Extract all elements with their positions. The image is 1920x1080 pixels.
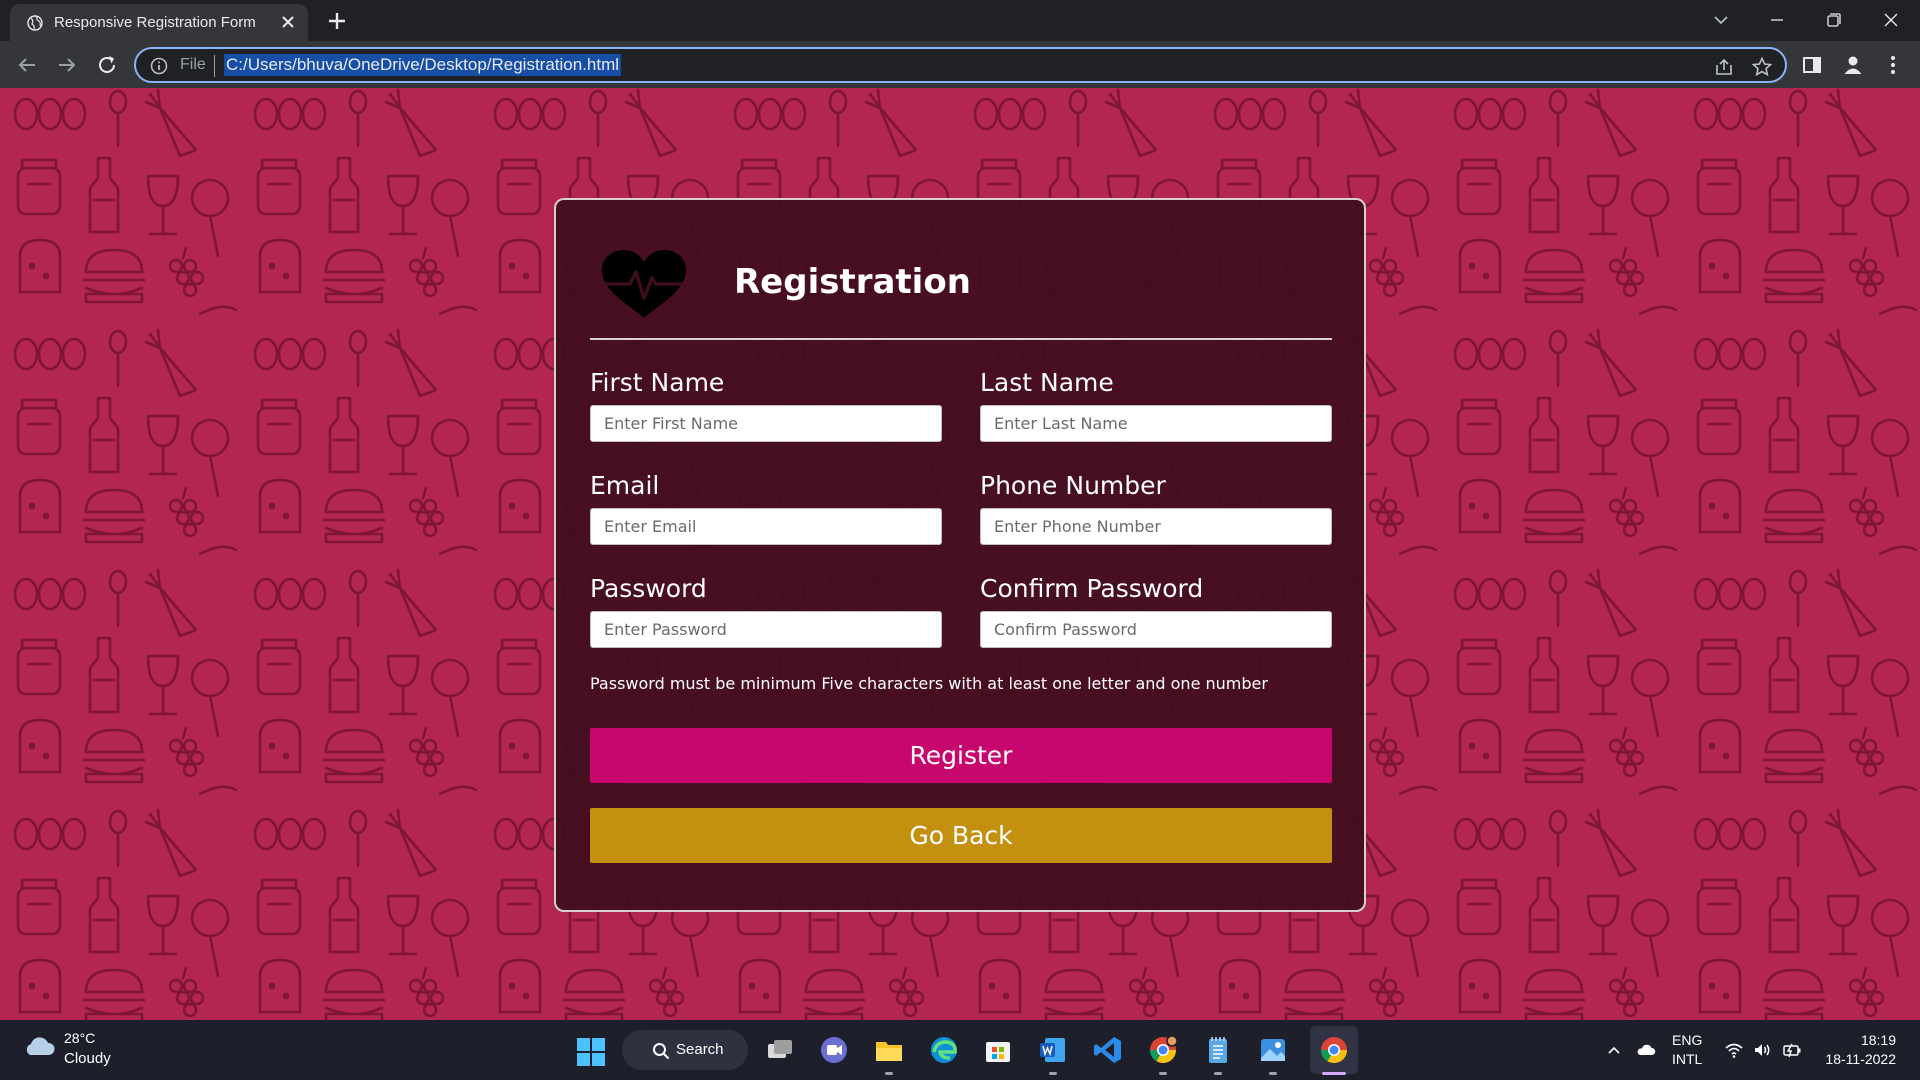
forward-arrow-icon[interactable]	[55, 53, 79, 77]
photos-running-indicator	[1269, 1072, 1277, 1075]
password-hint: Password must be minimum Five characters…	[590, 674, 1268, 693]
weather-condition: Cloudy	[64, 1050, 111, 1067]
chrome-profile-icon[interactable]	[1147, 1034, 1179, 1066]
password-group: Password	[590, 571, 942, 648]
battery-charging-icon[interactable]	[1782, 1040, 1802, 1060]
first-name-label: First Name	[590, 368, 725, 397]
page-viewport: Registration First Name Last Name Email …	[0, 88, 1920, 1020]
chrome-profile-running-indicator	[1159, 1072, 1167, 1075]
go-back-button[interactable]: Go Back	[590, 808, 1332, 863]
form-title: Registration	[734, 262, 971, 302]
url-scheme-label: File	[180, 56, 206, 73]
wifi-icon[interactable]	[1724, 1040, 1744, 1060]
notepad-icon[interactable]	[1202, 1034, 1234, 1066]
tab-title: Responsive Registration Form	[54, 14, 256, 31]
phone-number-label: Phone Number	[980, 471, 1166, 500]
register-button[interactable]: Register	[590, 728, 1332, 783]
tab-strip: Responsive Registration Form	[0, 0, 1920, 41]
address-bar[interactable]: File C:/Users/bhuva/OneDrive/Desktop/Reg…	[134, 47, 1787, 83]
side-panel-icon[interactable]	[1800, 53, 1824, 77]
windows-start-icon[interactable]	[576, 1037, 606, 1067]
phone-group: Phone Number	[980, 468, 1332, 545]
last-name-label: Last Name	[980, 368, 1114, 397]
share-icon[interactable]	[1713, 56, 1735, 78]
clock[interactable]: 18:19 18-11-2022	[1825, 1031, 1896, 1069]
restore-icon[interactable]	[1820, 8, 1846, 32]
email-group: Email	[590, 468, 942, 545]
password-input[interactable]	[590, 611, 942, 648]
confirm-password-group: Confirm Password	[980, 571, 1332, 648]
back-arrow-icon[interactable]	[15, 53, 39, 77]
chrome-icon[interactable]	[1318, 1034, 1350, 1066]
word-running-indicator	[1049, 1072, 1057, 1075]
show-hidden-icons-chevron-icon[interactable]	[1604, 1040, 1624, 1060]
clock-date: 18-11-2022	[1825, 1051, 1896, 1067]
taskbar-search[interactable]: Search	[622, 1030, 748, 1070]
close-tab-icon[interactable]	[278, 12, 298, 32]
email-label: Email	[590, 471, 660, 500]
close-window-icon[interactable]	[1878, 8, 1904, 32]
last-name-group: Last Name	[980, 365, 1332, 442]
phone-number-input[interactable]	[980, 508, 1332, 545]
microsoft-store-icon[interactable]	[982, 1034, 1014, 1066]
info-icon[interactable]	[150, 57, 168, 75]
bookmark-star-icon[interactable]	[1751, 56, 1773, 78]
first-name-input[interactable]	[590, 405, 942, 442]
volume-icon[interactable]	[1752, 1040, 1772, 1060]
clock-time: 18:19	[1860, 1032, 1896, 1048]
header-divider	[590, 338, 1332, 340]
chrome-active-indicator	[1322, 1072, 1346, 1075]
vscode-icon[interactable]	[1092, 1034, 1124, 1066]
new-tab-icon[interactable]	[325, 9, 349, 33]
browser-tab[interactable]: Responsive Registration Form	[10, 4, 308, 41]
url-separator	[214, 55, 215, 77]
tab-search-chevron-icon[interactable]	[1708, 8, 1734, 32]
menu-kebab-icon[interactable]	[1881, 53, 1905, 77]
language-code: ENG	[1672, 1032, 1703, 1048]
search-icon	[653, 1043, 670, 1060]
first-name-group: First Name	[590, 365, 942, 442]
notepad-running-indicator	[1214, 1072, 1222, 1075]
search-label: Search	[676, 1041, 724, 1058]
task-view-icon[interactable]	[764, 1034, 796, 1066]
email-input[interactable]	[590, 508, 942, 545]
profile-icon[interactable]	[1841, 53, 1865, 77]
minimize-icon[interactable]	[1764, 8, 1790, 32]
confirm-password-input[interactable]	[980, 611, 1332, 648]
file-explorer-icon[interactable]	[873, 1034, 905, 1066]
file-explorer-running-indicator	[885, 1072, 893, 1075]
heartbeat-icon	[602, 250, 686, 318]
url-text[interactable]: C:/Users/bhuva/OneDrive/Desktop/Registra…	[224, 54, 622, 76]
weather-temperature: 28°C	[64, 1030, 96, 1046]
globe-icon	[27, 15, 43, 31]
taskbar: 28°C Cloudy Search ENG INTL 18:19 18-11-…	[0, 1020, 1920, 1080]
photos-icon[interactable]	[1257, 1034, 1289, 1066]
confirm-password-label: Confirm Password	[980, 574, 1204, 603]
input-language[interactable]: ENG INTL	[1672, 1031, 1702, 1069]
edge-browser-icon[interactable]	[928, 1034, 960, 1066]
browser-toolbar: File C:/Users/bhuva/OneDrive/Desktop/Reg…	[0, 41, 1920, 88]
word-icon[interactable]	[1037, 1034, 1069, 1066]
password-label: Password	[590, 574, 707, 603]
keyboard-layout: INTL	[1672, 1051, 1703, 1067]
card-header: Registration	[590, 248, 1332, 326]
reload-icon[interactable]	[95, 53, 119, 77]
cloudy-weather-icon[interactable]	[22, 1034, 56, 1058]
onedrive-cloud-icon[interactable]	[1636, 1040, 1656, 1060]
teams-chat-icon[interactable]	[818, 1034, 850, 1066]
registration-card: Registration First Name Last Name Email …	[554, 198, 1366, 912]
last-name-input[interactable]	[980, 405, 1332, 442]
